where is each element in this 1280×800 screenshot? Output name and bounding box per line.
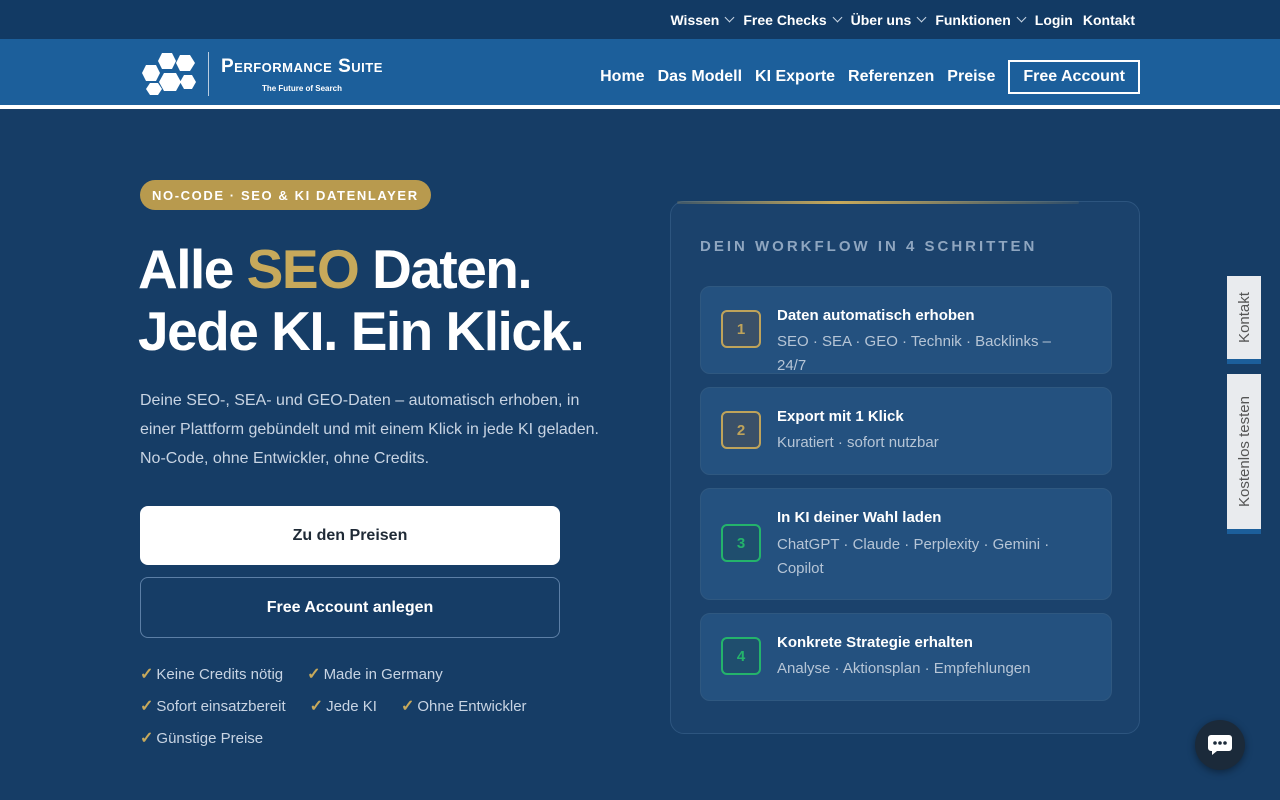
chevron-down-icon bbox=[832, 12, 843, 23]
topnav-item-kontakt[interactable]: Kontakt bbox=[1083, 12, 1135, 28]
step-number-badge: 2 bbox=[721, 411, 761, 449]
chevron-down-icon bbox=[1016, 12, 1027, 23]
step-number-badge: 4 bbox=[721, 637, 761, 675]
step-title: Daten automatisch erhoben bbox=[777, 307, 975, 324]
chevron-down-icon bbox=[916, 12, 927, 23]
nav-preise[interactable]: Preise bbox=[947, 68, 995, 86]
logo-hexagon-icon bbox=[142, 53, 196, 95]
free-account-button[interactable]: Free Account bbox=[1008, 60, 1140, 94]
checklist-item: ✓ Günstige Preise bbox=[140, 729, 263, 749]
feature-checklist: ✓ Keine Credits nötig ✓ Made in Germany ✓ S… bbox=[140, 665, 580, 749]
hero-badge: NO-CODE · SEO & KI DATENLAYER bbox=[140, 180, 431, 210]
topnav-label: Login bbox=[1034, 11, 1073, 28]
main-header: Performance Suite The Future of Search H… bbox=[0, 39, 1280, 109]
checklist-label: Keine Credits nötig bbox=[156, 666, 284, 683]
step-number-badge: 1 bbox=[721, 310, 761, 348]
top-utility-bar: Wissen Free Checks Über uns Funktionen L… bbox=[0, 0, 1280, 39]
side-tab-label: Kontakt bbox=[1235, 292, 1253, 343]
headline-part2: Daten. bbox=[358, 238, 533, 300]
checklist-label: Ohne Entwickler bbox=[417, 698, 527, 715]
chat-bubble-icon bbox=[1208, 735, 1232, 755]
checklist-item: ✓ Ohne Entwickler bbox=[401, 697, 527, 717]
checklist-label: Sofort einsatzbereit bbox=[156, 698, 286, 715]
step-subtitle: Analyse · Aktionsplan · Empfehlungen bbox=[777, 660, 1031, 677]
topnav-label: Wissen bbox=[670, 11, 720, 28]
step-title: Konkrete Strategie erhalten bbox=[777, 634, 973, 651]
nav-home[interactable]: Home bbox=[600, 68, 644, 86]
top-nav: Wissen Free Checks Über uns Funktionen L… bbox=[670, 0, 1135, 39]
topnav-item-free-checks[interactable]: Free Checks bbox=[743, 11, 843, 28]
create-free-account-button[interactable]: Free Account anlegen bbox=[140, 577, 560, 638]
topnav-item-login[interactable]: Login bbox=[1035, 12, 1073, 28]
nav-das-modell[interactable]: Das Modell bbox=[658, 68, 742, 86]
side-tab-kontakt[interactable]: Kontakt bbox=[1227, 276, 1261, 364]
checkmark-icon: ✓ bbox=[140, 666, 154, 683]
checkmark-icon: ✓ bbox=[309, 698, 324, 715]
step-subtitle: SEO · SEA · GEO · Technik · Backlinks – … bbox=[777, 333, 1051, 374]
brand-tagline: The Future of Search bbox=[261, 83, 342, 93]
workflow-card: DEIN WORKFLOW IN 4 SCHRITTEN 1 Daten aut… bbox=[670, 201, 1140, 734]
workflow-title: DEIN WORKFLOW IN 4 SCHRITTEN bbox=[700, 238, 1038, 255]
step-subtitle: ChatGPT · Claude · Perplexity · Gemini ·… bbox=[777, 536, 1050, 577]
topnav-item-funktionen[interactable]: Funktionen bbox=[935, 11, 1027, 28]
hero-lead-text: Deine SEO-, SEA- und GEO-Daten – automat… bbox=[140, 392, 599, 467]
step-subtitle: Kuratiert · sofort nutzbar bbox=[777, 434, 939, 451]
nav-ki-exporte[interactable]: KI Exporte bbox=[755, 68, 835, 86]
topnav-label: Free Checks bbox=[743, 11, 827, 28]
logo-divider bbox=[208, 52, 209, 96]
checklist-item: ✓ Sofort einsatzbereit bbox=[140, 697, 286, 717]
workflow-step-1: 1 Daten automatisch erhoben SEO · SEA · … bbox=[700, 286, 1112, 374]
brand-logo[interactable]: Performance Suite The Future of Search bbox=[140, 49, 383, 99]
checklist-item: ✓ Made in Germany bbox=[307, 665, 443, 685]
checklist-label: Jede KI bbox=[326, 698, 377, 715]
checkmark-icon: ✓ bbox=[400, 698, 415, 715]
main-nav: Home Das Modell KI Exporte Referenzen Pr… bbox=[600, 60, 1140, 94]
checkmark-icon: ✓ bbox=[140, 730, 154, 747]
topnav-item-wissen[interactable]: Wissen bbox=[670, 11, 735, 28]
workflow-step-2: 2 Export mit 1 Klick Kuratiert · sofort … bbox=[700, 387, 1112, 475]
checkmark-icon: ✓ bbox=[140, 698, 154, 715]
step-title: Export mit 1 Klick bbox=[777, 408, 904, 425]
chevron-down-icon bbox=[724, 12, 735, 23]
checklist-label: Made in Germany bbox=[323, 666, 443, 683]
nav-referenzen[interactable]: Referenzen bbox=[848, 68, 934, 86]
workflow-step-4: 4 Konkrete Strategie erhalten Analyse · … bbox=[700, 613, 1112, 701]
step-number-badge: 3 bbox=[721, 524, 761, 562]
checklist-label: Günstige Preise bbox=[156, 730, 264, 747]
workflow-step-3: 3 In KI deiner Wahl laden ChatGPT · Clau… bbox=[700, 488, 1112, 600]
headline-line2: Jede KI. Ein Klick. bbox=[138, 300, 585, 362]
topnav-label: Funktionen bbox=[935, 11, 1011, 28]
side-tab-label: Kostenlos testen bbox=[1235, 396, 1253, 507]
headline-part1: Alle bbox=[138, 238, 247, 300]
topnav-label: Über uns bbox=[850, 11, 912, 28]
brand-name: Performance Suite bbox=[221, 55, 383, 77]
checklist-item: ✓ Jede KI bbox=[310, 697, 377, 717]
pricing-button[interactable]: Zu den Preisen bbox=[140, 506, 560, 565]
topnav-label: Kontakt bbox=[1082, 11, 1135, 28]
headline-accent: SEO bbox=[246, 238, 360, 300]
hero-headline: Alle SEO Daten. Jede KI. Ein Klick. bbox=[138, 238, 585, 362]
checklist-item: ✓ Keine Credits nötig bbox=[140, 665, 283, 685]
checkmark-icon: ✓ bbox=[307, 666, 321, 683]
topnav-item-ueber-uns[interactable]: Über uns bbox=[850, 11, 927, 28]
chat-button[interactable] bbox=[1195, 720, 1245, 770]
step-title: In KI deiner Wahl laden bbox=[777, 509, 942, 526]
side-tab-kostenlos-testen[interactable]: Kostenlos testen bbox=[1227, 374, 1261, 534]
